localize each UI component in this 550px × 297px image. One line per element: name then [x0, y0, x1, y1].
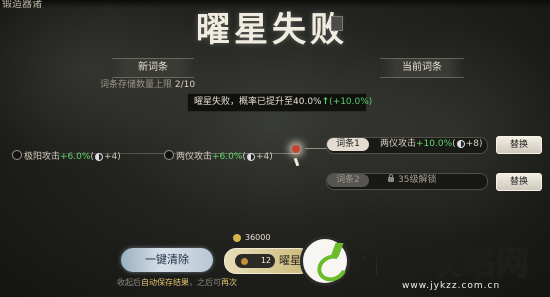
moon-icon [456, 139, 465, 148]
tooltip-rate: 40.0% [293, 97, 322, 107]
select-radio-entry-1[interactable] [12, 150, 22, 160]
lock-icon [388, 174, 394, 182]
watermark-logo-icon [300, 236, 352, 287]
clear-all-button[interactable]: 一键清除 [121, 248, 213, 272]
game-screen: 锻造器诸 曜星失败 新词条 当前词条 词条存储数量上限 2/10 曜星失败，概率… [0, 0, 550, 297]
replace-button-2[interactable]: 替换 [496, 173, 542, 191]
entry-value: +6.0% [212, 152, 243, 162]
corner-title: 锻造器诸 [2, 0, 42, 10]
locked-entry-text: 35级解锁 [388, 173, 436, 188]
footer-note: 收起后自动保存结果，之后可再次 [117, 277, 237, 288]
watermark-text: 金烨攻略网 [359, 242, 530, 283]
entry-value: +10.0% [416, 139, 453, 149]
new-entries-heading: 新词条 [112, 58, 194, 78]
coin-icon [233, 233, 241, 242]
entry-value: +6.0% [60, 152, 91, 162]
forge-count: 12 [260, 256, 271, 265]
replace-button-1[interactable]: 替换 [496, 136, 542, 154]
entry-slot-2-chip: 词条2 [327, 174, 369, 187]
spark-icon [293, 157, 300, 167]
current-entries-heading: 当前词条 [380, 58, 464, 78]
site-watermark: 金烨攻略网 www.jykzz.com.cn [290, 230, 550, 297]
cost-amount: 36000 [245, 233, 271, 242]
glowing-node-icon [292, 145, 300, 153]
background-haze-right [320, 20, 550, 240]
moon-icon [94, 152, 103, 161]
entry-name: 两仪攻击 [176, 152, 213, 162]
result-title: 曜星失败 [196, 10, 348, 50]
capacity-value: 2/10 [174, 80, 196, 90]
capacity-label: 词条存储数量上限 [100, 80, 173, 90]
footer-highlight-2: 再次 [221, 278, 237, 287]
entry-level: +4 [255, 152, 270, 162]
entry-name: 极阳攻击 [24, 152, 61, 162]
rate-tooltip: 曜星失败，概率已提升至40.0%↑(+10.0%) [187, 93, 372, 112]
new-entry-2[interactable]: 两仪攻击+6.0%(+4) [176, 149, 273, 162]
gem-icon [241, 258, 248, 265]
footer-middle: ，之后可 [189, 278, 221, 287]
tooltip-text: 曜星失败，概率已提升至 [194, 97, 294, 107]
plug-icon [330, 243, 344, 257]
footer-prefix: 收起后 [117, 278, 141, 287]
moon-icon [246, 152, 255, 161]
entry-level: +4 [103, 152, 118, 162]
new-entry-1[interactable]: 极阳攻击+6.0%(+4) [24, 149, 121, 162]
capacity-text: 词条存储数量上限 2/10 [100, 77, 195, 90]
entry-slot-1-chip: 词条1 [327, 138, 369, 151]
watermark-url: www.jykzz.com.cn [402, 281, 501, 291]
connector-line [305, 148, 327, 149]
footer-highlight-1: 自动保存结果 [141, 278, 189, 287]
seal-stamp-icon [331, 16, 343, 31]
select-radio-entry-2[interactable] [164, 150, 174, 160]
tooltip-delta: (+10.0%) [329, 97, 373, 107]
entry-level: +8 [465, 139, 479, 149]
entry-name: 两仪攻击 [380, 139, 417, 149]
unlock-requirement: 35级解锁 [398, 175, 437, 185]
forge-count-pill: 12 [235, 254, 275, 268]
current-entry-1-text: 两仪攻击+10.0%(+8) [380, 139, 483, 149]
cost-display: 36000 [233, 233, 270, 242]
